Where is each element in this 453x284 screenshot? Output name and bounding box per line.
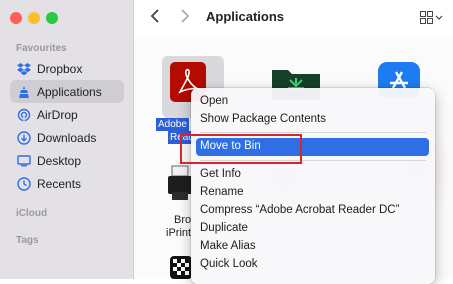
favourites-heading: Favourites [16,43,67,54]
menu-item-label: Show Package Contents [200,113,326,125]
view-options-button[interactable] [420,11,444,30]
checkered-app-icon [170,256,192,279]
sidebar-item-dropbox[interactable]: Dropbox [10,57,124,80]
sidebar-item-label: Applications [37,84,102,99]
sidebar-item-label: AirDrop [37,107,78,122]
sidebar-item-recents[interactable]: Recents [10,172,124,195]
menu-separator [200,132,426,133]
menu-item-label: Make Alias [200,240,256,252]
forward-button[interactable] [180,8,190,29]
file-label-partial-line2: iPrint [166,227,192,239]
close-window-button[interactable] [10,12,22,24]
downloads-icon [17,130,31,145]
context-menu: Open Show Package Contents Move to Bin G… [191,88,435,284]
menu-item-open[interactable]: Open [196,93,429,111]
grid-view-icon [420,11,443,24]
sidebar-item-label: Desktop [37,153,82,168]
menu-item-rename[interactable]: Rename [196,184,429,202]
tags-heading: Tags [16,235,39,246]
printer-icon [168,165,192,200]
menu-item-quick-look[interactable]: Quick Look [196,256,429,274]
zoom-window-button[interactable] [46,12,58,24]
sidebar-item-label: Recents [37,176,82,191]
chevron-right-icon [181,9,190,23]
selected-filename-line1: Adobe [156,118,189,131]
highlight-annotation-box [180,134,302,164]
chevron-left-icon [150,9,159,23]
menu-item-label: Quick Look [200,258,258,270]
back-button[interactable] [150,8,160,29]
menu-item-duplicate[interactable]: Duplicate [196,220,429,238]
sidebar-item-airdrop[interactable]: AirDrop [10,103,124,126]
menu-item-make-alias[interactable]: Make Alias [196,238,429,256]
sidebar-item-label: Downloads [37,130,97,145]
window-title: Applications [206,9,285,24]
sidebar: Favourites Dropbox Applications AirDrop … [0,0,134,279]
menu-item-label: Open [200,95,229,107]
applications-icon [17,85,31,99]
dropbox-icon [17,62,31,76]
recents-icon [17,176,31,191]
checkered-app-item[interactable] [170,256,192,279]
minimize-window-button[interactable] [28,12,40,24]
sidebar-item-downloads[interactable]: Downloads [10,126,124,149]
menu-item-label: Duplicate [200,222,248,234]
desktop-icon [17,154,31,168]
icloud-heading: iCloud [16,208,48,219]
menu-item-get-info[interactable]: Get Info [196,166,429,184]
printer-app-item[interactable] [166,162,194,204]
menu-item-label: Compress “Adobe Acrobat Reader DC” [200,204,400,216]
sidebar-item-desktop[interactable]: Desktop [10,149,124,172]
airdrop-icon [17,108,31,122]
sidebar-item-label: Dropbox [37,61,83,76]
menu-item-label: Get Info [200,168,241,180]
menu-item-show-package-contents[interactable]: Show Package Contents [196,111,429,129]
menu-item-label: Rename [200,186,244,198]
menu-item-compress[interactable]: Compress “Adobe Acrobat Reader DC” [196,202,429,220]
sidebar-item-applications[interactable]: Applications [10,80,124,103]
file-label-partial-line1: Bro [174,214,192,226]
